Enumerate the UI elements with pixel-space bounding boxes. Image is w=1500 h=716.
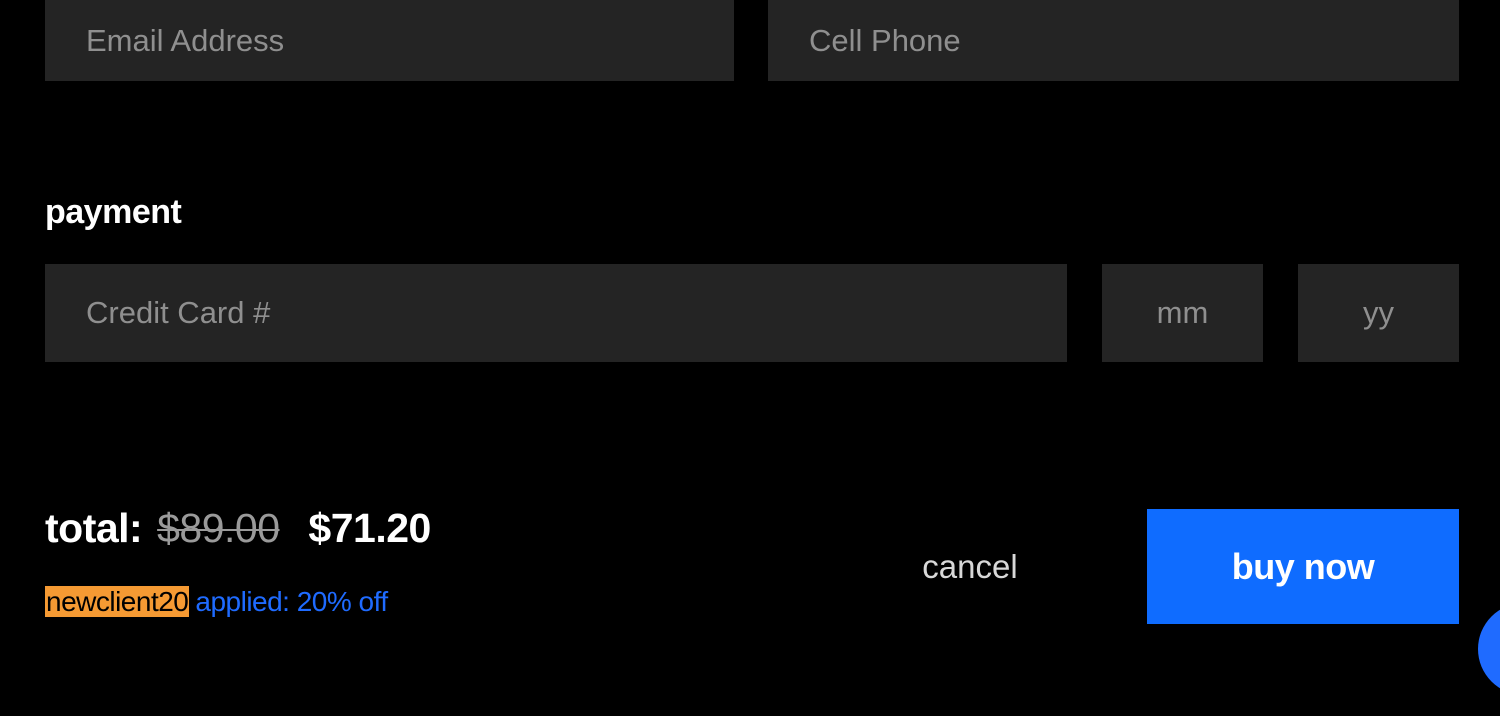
total-label: total: bbox=[45, 505, 143, 551]
original-price: $89.00 bbox=[157, 505, 280, 551]
buy-now-button[interactable]: buy now bbox=[1147, 509, 1459, 624]
cancel-button[interactable]: cancel bbox=[900, 540, 1040, 594]
order-total: total: $89.00 $71.20 bbox=[45, 505, 431, 552]
promo-status: newclient20 applied: 20% off bbox=[45, 586, 388, 618]
chat-widget-button[interactable] bbox=[1478, 603, 1500, 695]
cell-phone-field[interactable] bbox=[768, 0, 1459, 81]
email-field[interactable] bbox=[45, 0, 734, 81]
expiry-year-field[interactable] bbox=[1298, 264, 1459, 362]
checkout-form: payment total: $89.00 $71.20 newclient20… bbox=[0, 0, 1500, 716]
expiry-month-field[interactable] bbox=[1102, 264, 1263, 362]
payment-heading: payment bbox=[45, 193, 182, 231]
promo-code: newclient20 bbox=[45, 586, 190, 617]
promo-applied-text: applied: 20% off bbox=[195, 586, 388, 617]
credit-card-field[interactable] bbox=[45, 264, 1067, 362]
discounted-price: $71.20 bbox=[308, 505, 431, 551]
